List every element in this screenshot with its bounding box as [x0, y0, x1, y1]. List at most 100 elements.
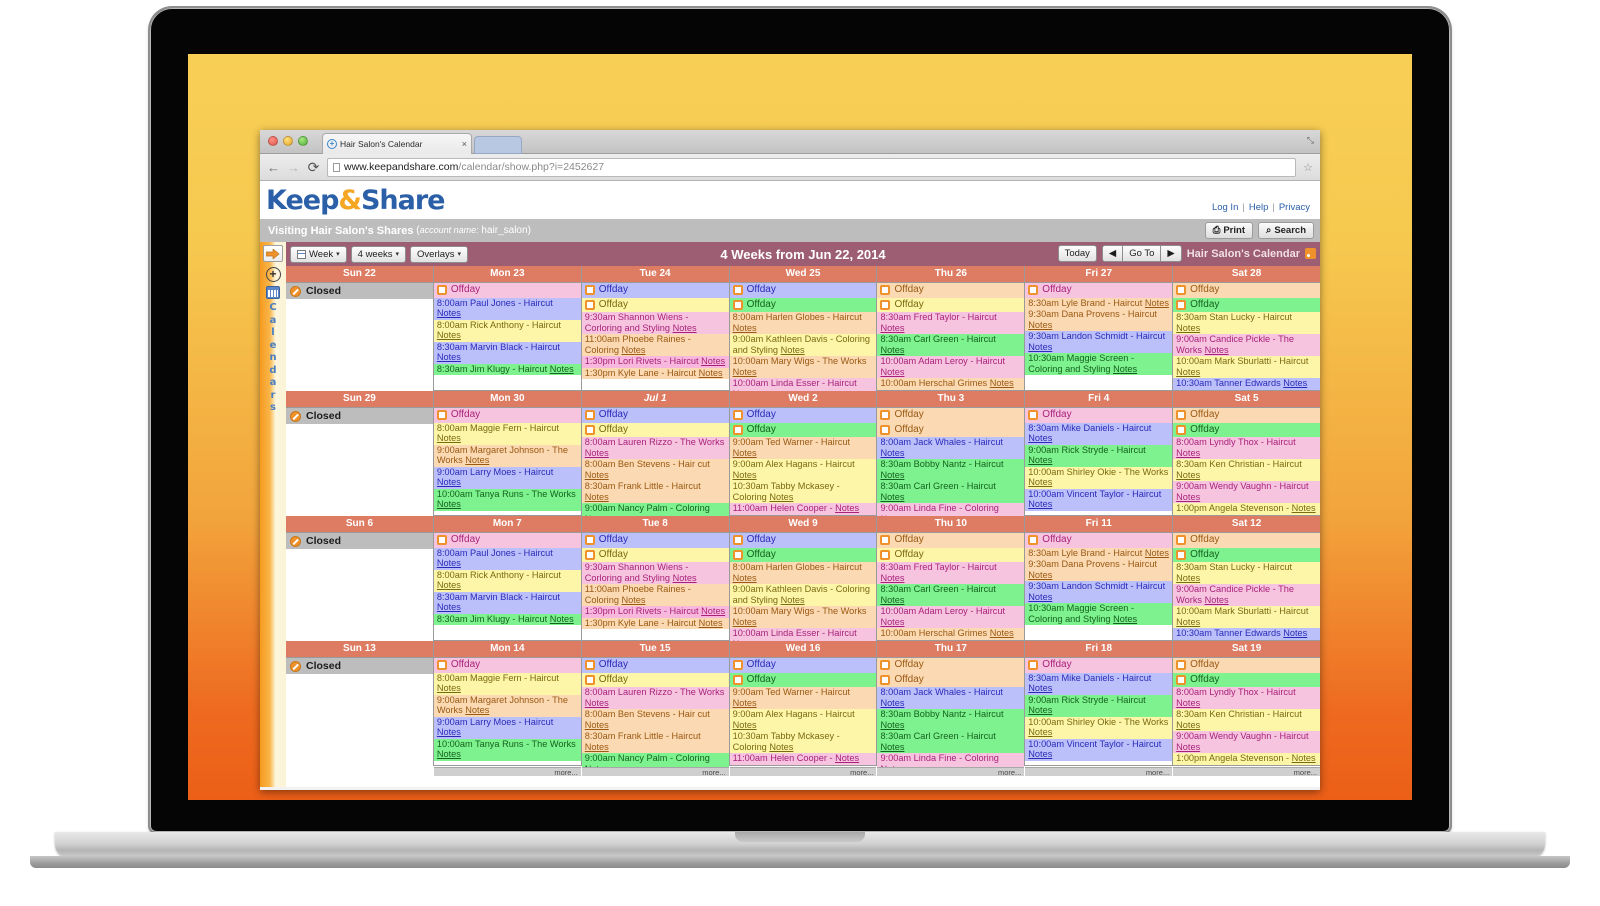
close-window-icon[interactable] — [268, 136, 278, 146]
search-button[interactable]: ⌕ Search — [1257, 222, 1314, 239]
more-link[interactable]: more... — [1173, 767, 1320, 777]
notes-link[interactable]: Notes — [585, 448, 609, 458]
notes-link[interactable]: Notes — [733, 617, 757, 627]
notes-link[interactable]: Notes — [880, 345, 904, 355]
appointment-event[interactable]: 9:00am Margaret Johnson - The Works Note… — [433, 694, 581, 717]
appointment-event[interactable]: 9:00am Kathleen Davis - Coloring and Sty… — [729, 584, 877, 606]
calendar-day-cell[interactable]: Tue 24 Offday Offday 9:30am Shannon Wiens -… — [581, 266, 730, 402]
site-logo[interactable]: Keep&Share — [266, 185, 445, 216]
next-button[interactable]: ▶ — [1161, 245, 1182, 262]
notes-link[interactable]: Notes — [1028, 727, 1052, 737]
notes-link[interactable]: Notes — [437, 477, 461, 487]
offday-event[interactable]: Offday — [433, 408, 581, 423]
appointment-event[interactable]: 10:30am Tanner Edwards Notes — [1173, 378, 1320, 390]
notes-link[interactable]: Notes — [880, 742, 904, 752]
privacy-link[interactable]: Privacy — [1277, 202, 1312, 213]
notes-link[interactable]: Notes — [585, 764, 609, 768]
appointment-event[interactable]: 8:00am Harlen Globes - Haircut Notes — [729, 312, 877, 334]
appointment-event[interactable]: 8:30am Frank Little - Haircut Notes — [581, 481, 729, 503]
notes-link[interactable]: Notes — [585, 470, 609, 480]
appointment-event[interactable]: 8:30am Mike Daniels - Haircut Notes — [1025, 422, 1173, 445]
more-link[interactable]: more... — [877, 767, 1025, 777]
calendar-day-cell[interactable]: Sat 28 Offday Offday 8:30am Stan Lucky - Ha… — [1173, 266, 1320, 402]
offday-event[interactable]: Offday — [877, 422, 1025, 437]
appointment-event[interactable]: 10:00am Mark Sburlatti - Haircut Notes — [1173, 356, 1320, 378]
appointment-event[interactable]: 10:30am Tabby Mckasey - Coloring Notes — [729, 731, 877, 753]
appointment-event[interactable]: 10:30am Tabby Mckasey - Coloring Notes — [729, 481, 877, 503]
appointment-event[interactable]: 9:00am Linda Fine - Coloring Notes — [877, 753, 1025, 767]
offday-event[interactable]: Offday — [433, 283, 581, 298]
appointment-event[interactable]: 8:00am Maggie Fern - Haircut Notes — [433, 672, 581, 695]
appointment-event[interactable]: 9:00am Wendy Vaughn - Haircut Notes — [1173, 731, 1320, 753]
calendar-day-cell[interactable]: Sat 19 Offday Offday 8:00am Lyndly Thox - H… — [1173, 641, 1320, 777]
appointment-event[interactable]: 10:00am Herschal Grimes Notes — [877, 628, 1025, 640]
notes-link[interactable]: Notes — [1283, 628, 1307, 638]
notes-link[interactable]: Notes — [733, 698, 757, 708]
notes-link[interactable]: Notes — [835, 503, 859, 513]
notes-link[interactable]: Notes — [1113, 364, 1137, 374]
notes-link[interactable]: Notes — [1176, 742, 1200, 752]
new-tab-button[interactable] — [474, 136, 522, 154]
notes-link[interactable]: Notes — [880, 448, 904, 458]
calendar-day-cell[interactable]: Wed 25 Offday Offday 8:00am Harlen Globes -… — [729, 266, 878, 402]
notes-link[interactable]: Notes — [1028, 433, 1052, 443]
appointment-event[interactable]: 10:30am Maggie Screen - Coloring and Sty… — [1025, 353, 1173, 375]
calendar-day-cell[interactable]: Sun 29 Closed — [286, 391, 434, 526]
calendar-day-cell[interactable]: Fri 4 Offday 8:30am Mike Daniels - Haircut… — [1025, 391, 1174, 527]
more-link[interactable]: more... — [729, 767, 877, 777]
goto-button[interactable]: Go To — [1123, 245, 1162, 262]
notes-link[interactable]: Notes — [437, 580, 461, 590]
appointment-event[interactable]: 8:00am Paul Jones - Haircut Notes — [433, 297, 581, 320]
notes-link[interactable]: Notes — [1028, 749, 1052, 759]
appointment-event[interactable]: 8:30am Fred Taylor - Haircut Notes — [877, 312, 1025, 334]
appointment-event[interactable]: 9:30am Dana Provens - Haircut Notes — [1025, 309, 1173, 331]
offday-event[interactable]: Offday — [581, 658, 729, 673]
appointment-event[interactable]: 10:00am Mark Sburlatti - Haircut Notes — [1173, 606, 1320, 628]
notes-link[interactable]: Notes — [1176, 617, 1200, 627]
zoom-window-icon[interactable] — [298, 136, 308, 146]
notes-link[interactable]: Notes — [733, 470, 757, 480]
appointment-event[interactable]: 9:00am Wendy Vaughn - Haircut Notes — [1173, 481, 1320, 503]
notes-link[interactable]: Notes — [769, 492, 793, 502]
appointment-event[interactable]: 9:00am Rick Stryde - Haircut Notes — [1025, 694, 1173, 717]
appointment-event[interactable]: 9:00am Nancy Palm - Coloring Notes — [581, 503, 729, 517]
expand-arrow-button[interactable] — [263, 245, 283, 262]
maximize-icon[interactable]: ⤡ — [1307, 135, 1314, 146]
notes-link[interactable]: Notes — [437, 352, 461, 362]
minimize-window-icon[interactable] — [283, 136, 293, 146]
notes-link[interactable]: Notes — [880, 367, 904, 377]
appointment-event[interactable]: 9:00am Ted Warner - Haircut Notes — [729, 687, 877, 709]
appointment-event[interactable]: 9:00am Larry Moes - Haircut Notes — [433, 466, 581, 489]
notes-link[interactable]: Notes — [1176, 323, 1200, 333]
notes-link[interactable]: Notes — [1292, 503, 1316, 513]
offday-event[interactable]: Offday — [877, 283, 1025, 298]
notes-link[interactable]: Notes — [699, 368, 723, 378]
notes-link[interactable]: Notes — [1292, 753, 1316, 763]
offday-event[interactable]: Offday — [433, 658, 581, 673]
help-link[interactable]: Help — [1247, 202, 1271, 213]
notes-link[interactable]: Notes — [437, 749, 461, 759]
appointment-event[interactable]: 10:30am Maggie Screen - Coloring and Sty… — [1025, 603, 1173, 625]
notes-link[interactable]: Notes — [465, 705, 489, 715]
notes-link[interactable]: Notes — [673, 323, 697, 333]
appointment-event[interactable]: 1:30pm Lori Rivets - Haircut Notes — [581, 606, 729, 618]
appointment-event[interactable]: 8:30am Stan Lucky - Haircut Notes — [1173, 562, 1320, 584]
more-link[interactable]: more... — [433, 767, 581, 777]
appointment-event[interactable]: 11:00am Phoebe Raines - Coloring Notes — [581, 334, 729, 356]
calendar-day-cell[interactable]: Jul 1 Offday Offday 8:00am Lauren Rizzo - T… — [581, 391, 730, 527]
appointment-event[interactable]: 9:30am Shannon Wiens - Corloring and Sty… — [581, 562, 729, 584]
offday-event[interactable]: Offday — [1025, 283, 1173, 298]
offday-event[interactable]: Offday — [877, 547, 1025, 562]
offday-event[interactable]: Offday — [1173, 547, 1320, 562]
offday-event[interactable]: Offday — [1025, 533, 1173, 548]
appointment-event[interactable]: 8:30am Bobby Nantz - Haircut Notes — [877, 459, 1025, 481]
notes-link[interactable]: Notes — [673, 573, 697, 583]
appointment-event[interactable]: 8:30am Stan Lucky - Haircut Notes — [1173, 312, 1320, 334]
notes-link[interactable]: Notes — [835, 753, 859, 763]
offday-event[interactable]: Offday — [1025, 658, 1173, 673]
forward-icon[interactable]: → — [287, 160, 300, 175]
appointment-event[interactable]: 1:00pm Angela Stevenson - Notes — [1173, 503, 1320, 515]
appointment-event[interactable]: 1:30pm Kyle Lane - Haircut Notes — [581, 617, 729, 629]
appointment-event[interactable]: 8:30am Fred Taylor - Haircut Notes — [877, 562, 1025, 584]
appointment-event[interactable]: 11:00am Phoebe Raines - Coloring Notes — [581, 584, 729, 606]
